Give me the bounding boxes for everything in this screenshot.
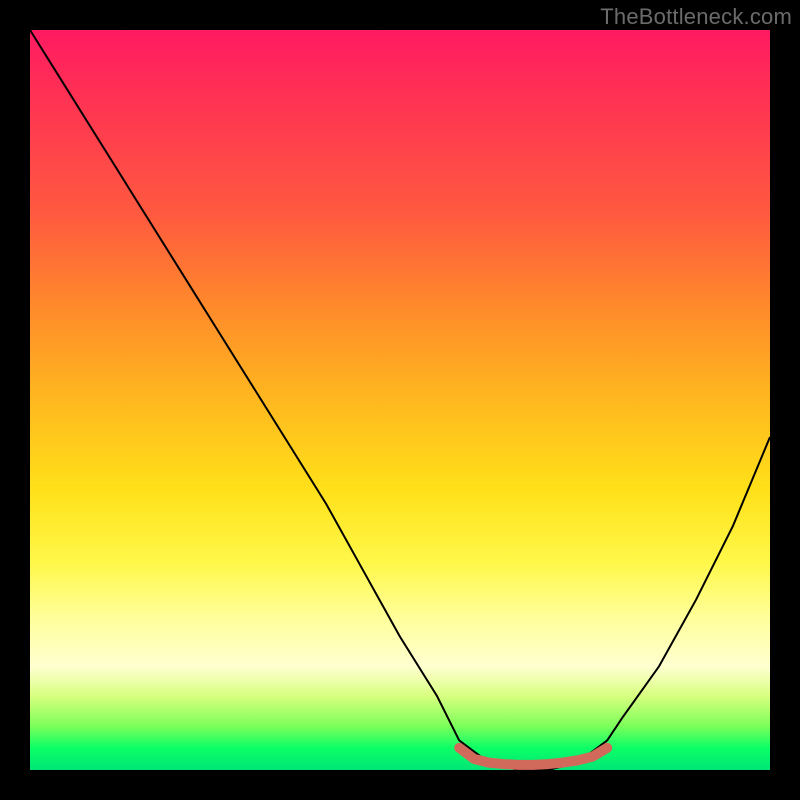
chart-frame: TheBottleneck.com bbox=[0, 0, 800, 800]
optimal-zone-marker-line bbox=[459, 748, 607, 765]
chart-plot-area bbox=[30, 30, 770, 770]
watermark-text: TheBottleneck.com bbox=[600, 4, 792, 30]
bottleneck-curve-line bbox=[30, 30, 770, 770]
chart-svg bbox=[30, 30, 770, 770]
